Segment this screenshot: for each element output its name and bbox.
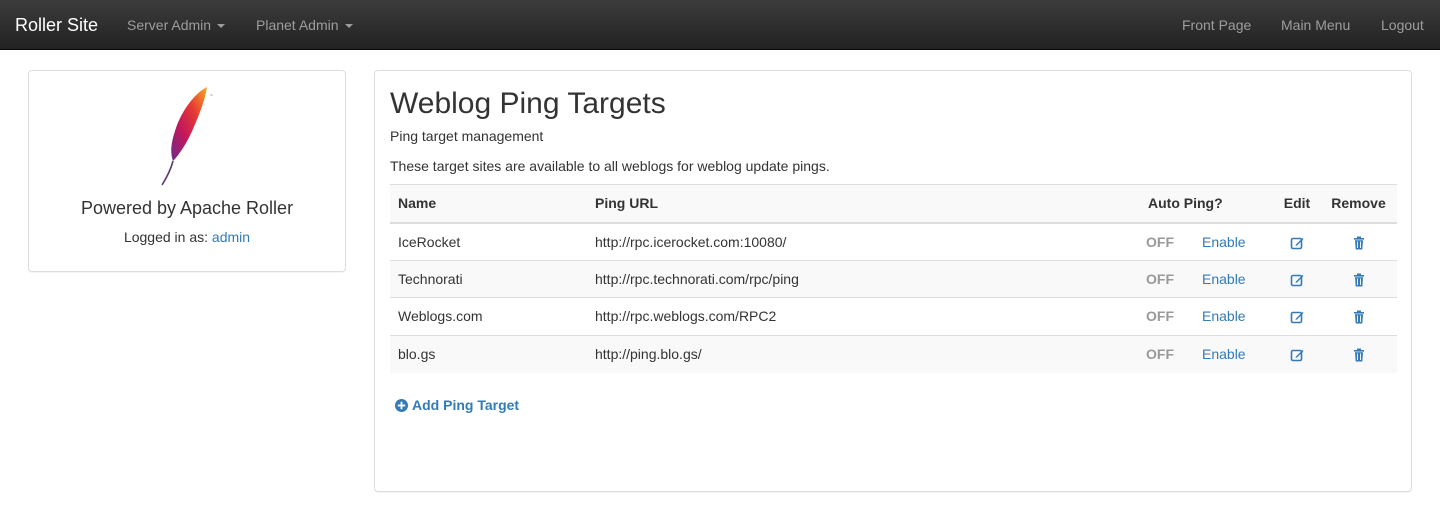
svg-text:™: ™ <box>209 93 213 98</box>
planet-admin-label: Planet Admin <box>256 17 339 33</box>
logged-in-label: Logged in as: <box>123 229 209 245</box>
table-row: blo.gs http://ping.blo.gs/OFF Enable <box>390 334 1397 373</box>
edit-icon[interactable] <box>1290 346 1304 362</box>
edit-cell <box>1274 259 1320 298</box>
logged-in-line: Logged in as: admin <box>29 228 345 246</box>
auto-ping-cell: OFF Enable <box>1126 334 1274 373</box>
main-menu-link[interactable]: Main Menu <box>1281 16 1350 34</box>
edit-icon[interactable] <box>1290 271 1304 287</box>
remove-cell <box>1320 259 1397 298</box>
add-ping-target-label: Add Ping Target <box>412 397 520 413</box>
table-row: IceRocket http://rpc.icerocket.com:10080/… <box>390 222 1397 260</box>
username-link[interactable]: admin <box>212 229 250 245</box>
auto-ping-status: OFF <box>1146 346 1174 362</box>
auto-ping-status: OFF <box>1146 233 1174 250</box>
ping-target-url: http://rpc.technorati.com/rpc/ping <box>587 259 1126 298</box>
table-row: Weblogs.com http://rpc.weblogs.com/RPC2 OF… <box>390 297 1397 335</box>
server-admin-menu[interactable]: Server Admin <box>127 16 226 34</box>
ping-targets-table: Name Ping URL Auto Ping? Edit Remove Ice… <box>390 184 1397 373</box>
planet-admin-menu[interactable]: Planet Admin <box>256 16 353 34</box>
enable-auto-ping-link[interactable]: Enable <box>1202 271 1246 287</box>
caret-down-icon <box>344 24 353 29</box>
auto-ping-status: OFF <box>1146 308 1174 325</box>
powered-by-text: Powered by Apache Roller <box>80 198 294 218</box>
auto-ping-cell: OFF Enable <box>1126 222 1274 260</box>
ping-target-name: IceRocket <box>390 222 587 260</box>
edit-cell <box>1274 297 1320 335</box>
remove-cell <box>1320 334 1397 373</box>
front-page-link[interactable]: Front Page <box>1182 16 1251 34</box>
ping-target-url: http://rpc.weblogs.com/RPC2 <box>587 297 1126 335</box>
enable-auto-ping-link[interactable]: Enable <box>1202 234 1246 250</box>
header-remove: Remove <box>1320 184 1397 224</box>
auto-ping-status: OFF <box>1146 270 1174 287</box>
enable-auto-ping-link[interactable]: Enable <box>1202 308 1246 324</box>
apache-feather-logo-icon: ™ <box>161 87 213 186</box>
edit-cell <box>1274 222 1320 260</box>
header-edit: Edit <box>1274 184 1320 224</box>
brand-link[interactable]: Roller Site <box>15 14 98 36</box>
auto-ping-cell: OFF Enable <box>1126 259 1274 298</box>
edit-icon[interactable] <box>1290 233 1304 249</box>
ping-target-name: Technorati <box>390 259 587 298</box>
trash-icon[interactable] <box>1352 346 1366 362</box>
trash-icon[interactable] <box>1352 271 1366 287</box>
edit-cell <box>1274 334 1320 373</box>
header-auto-ping: Auto Ping? <box>1126 184 1274 224</box>
plus-circle-icon <box>395 399 408 412</box>
trash-icon[interactable] <box>1352 233 1366 250</box>
caret-down-icon <box>217 24 226 29</box>
trash-icon[interactable] <box>1352 308 1366 324</box>
page-subtitle: Ping target management <box>390 128 544 144</box>
auto-ping-cell: OFF Enable <box>1126 297 1274 335</box>
page-title: Weblog Ping Targets <box>390 87 666 120</box>
ping-target-url: http://rpc.icerocket.com:10080/ <box>587 222 1126 260</box>
main-panel: Weblog Ping Targets Ping target manageme… <box>374 70 1412 492</box>
ping-target-name: Weblogs.com <box>390 297 587 335</box>
table-row: Technorati http://rpc.technorati.com/rpc/… <box>390 259 1397 298</box>
page-description: These target sites are available to all … <box>390 158 830 174</box>
remove-cell <box>1320 297 1397 335</box>
sidebar-panel: ™ Powered by Apache Roller Logged in as:… <box>28 70 346 272</box>
top-navbar: Roller Site Server Admin Planet Admin Fr… <box>0 0 1440 50</box>
enable-auto-ping-link[interactable]: Enable <box>1202 346 1246 362</box>
ping-target-url: http://ping.blo.gs/ <box>587 334 1126 373</box>
table-header-row: Name Ping URL Auto Ping? Edit Remove <box>390 184 1397 224</box>
logout-link[interactable]: Logout <box>1381 16 1424 34</box>
header-name: Name <box>390 184 587 224</box>
ping-target-name: blo.gs <box>390 334 587 373</box>
add-ping-target-button[interactable]: Add Ping Target <box>395 396 519 414</box>
remove-cell <box>1320 222 1397 260</box>
edit-icon[interactable] <box>1290 308 1304 324</box>
header-ping-url: Ping URL <box>587 184 1126 224</box>
server-admin-label: Server Admin <box>127 17 212 33</box>
